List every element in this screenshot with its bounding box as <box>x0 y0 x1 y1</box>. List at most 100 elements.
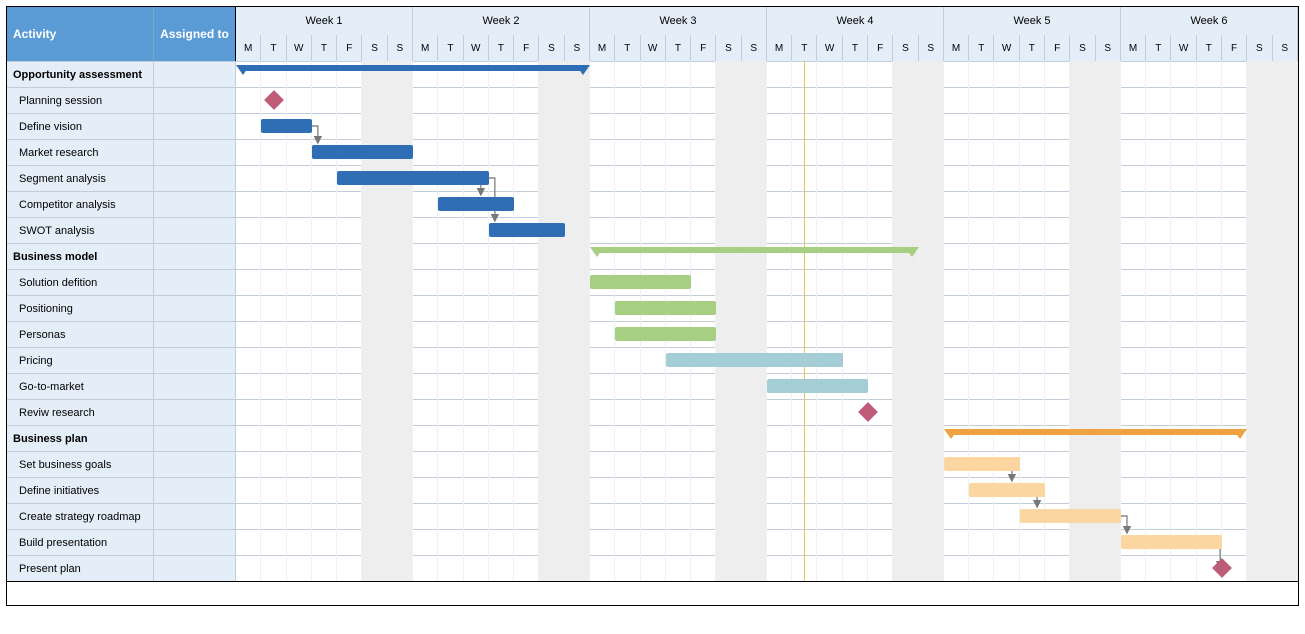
summary-bar[interactable] <box>951 429 1240 435</box>
assigned-cell <box>154 504 236 529</box>
assigned-cell <box>154 530 236 555</box>
day-header: T <box>261 35 286 61</box>
task-bar[interactable] <box>969 483 1045 497</box>
task-row: Go-to-market <box>7 373 1298 399</box>
timeline-cell <box>236 88 1298 113</box>
task-bar[interactable] <box>666 353 843 367</box>
task-name-cell: Solution defition <box>7 270 154 295</box>
task-row: Pricing <box>7 347 1298 373</box>
timeline-cell <box>236 218 1298 243</box>
day-header: T <box>1197 35 1222 61</box>
day-header: T <box>312 35 337 61</box>
task-name-cell: Define initiatives <box>7 478 154 503</box>
assigned-cell <box>154 218 236 243</box>
day-header: F <box>337 35 362 61</box>
day-header: S <box>1070 35 1095 61</box>
assigned-cell <box>154 62 236 87</box>
assigned-cell <box>154 244 236 269</box>
assigned-cell <box>154 296 236 321</box>
day-header: W <box>1171 35 1196 61</box>
task-bar[interactable] <box>312 145 413 159</box>
task-name-cell: Set business goals <box>7 452 154 477</box>
task-bar[interactable] <box>767 379 868 393</box>
day-header: W <box>464 35 489 61</box>
assigned-cell <box>154 192 236 217</box>
assigned-cell <box>154 478 236 503</box>
task-row: Build presentation <box>7 529 1298 555</box>
task-row: SWOT analysis <box>7 217 1298 243</box>
timeline-cell <box>236 504 1298 529</box>
task-name-cell: Go-to-market <box>7 374 154 399</box>
gantt-header: Activity Assigned to Week 1Week 2Week 3W… <box>7 7 1298 61</box>
day-header: S <box>893 35 918 61</box>
task-name-cell: Planning session <box>7 88 154 113</box>
task-row: Segment analysis <box>7 165 1298 191</box>
task-row: Planning session <box>7 87 1298 113</box>
day-header: F <box>691 35 716 61</box>
task-name-cell: Segment analysis <box>7 166 154 191</box>
day-header: S <box>565 35 590 61</box>
day-header: T <box>438 35 463 61</box>
week-header: Week 3 <box>590 7 767 35</box>
task-bar[interactable] <box>261 119 312 133</box>
day-header: M <box>590 35 615 61</box>
day-header: S <box>388 35 413 61</box>
task-name-cell: SWOT analysis <box>7 218 154 243</box>
day-header: F <box>1045 35 1070 61</box>
task-bar[interactable] <box>615 327 716 341</box>
assigned-cell <box>154 348 236 373</box>
assigned-cell <box>154 400 236 425</box>
day-header: S <box>742 35 767 61</box>
summary-bar[interactable] <box>243 65 583 71</box>
day-header: F <box>868 35 893 61</box>
gantt-body: Opportunity assessmentPlanning sessionDe… <box>7 61 1298 581</box>
gantt-footer <box>7 581 1298 605</box>
task-bar[interactable] <box>1121 535 1222 549</box>
day-header: F <box>1222 35 1247 61</box>
summary-bar[interactable] <box>597 247 912 253</box>
task-name-cell: Define vision <box>7 114 154 139</box>
day-header: S <box>539 35 564 61</box>
day-header: M <box>767 35 792 61</box>
task-bar[interactable] <box>438 197 514 211</box>
timeline-cell <box>236 192 1298 217</box>
task-name-cell: Business model <box>7 244 154 269</box>
assigned-cell <box>154 374 236 399</box>
task-bar[interactable] <box>1020 509 1121 523</box>
day-header: W <box>994 35 1019 61</box>
day-header: W <box>287 35 312 61</box>
task-row: Define initiatives <box>7 477 1298 503</box>
day-header: W <box>817 35 842 61</box>
assigned-cell <box>154 270 236 295</box>
task-name-cell: Opportunity assessment <box>7 62 154 87</box>
assigned-cell <box>154 556 236 581</box>
task-row: Reviw research <box>7 399 1298 425</box>
task-bar[interactable] <box>489 223 565 237</box>
task-name-cell: Build presentation <box>7 530 154 555</box>
day-header: S <box>1247 35 1272 61</box>
day-header: F <box>514 35 539 61</box>
week-header: Week 1 <box>236 7 413 35</box>
day-header: T <box>843 35 868 61</box>
group-row: Opportunity assessment <box>7 61 1298 87</box>
timeline-cell <box>236 556 1298 581</box>
task-name-cell: Present plan <box>7 556 154 581</box>
week-header: Week 6 <box>1121 7 1298 35</box>
assigned-cell <box>154 114 236 139</box>
task-bar[interactable] <box>615 301 716 315</box>
task-row: Present plan <box>7 555 1298 581</box>
week-header: Week 4 <box>767 7 944 35</box>
timeline-cell <box>236 322 1298 347</box>
task-bar[interactable] <box>590 275 691 289</box>
week-header: Week 5 <box>944 7 1121 35</box>
day-header: T <box>792 35 817 61</box>
day-header: M <box>413 35 438 61</box>
day-header: T <box>969 35 994 61</box>
task-name-cell: Competitor analysis <box>7 192 154 217</box>
timeline-cell <box>236 296 1298 321</box>
assigned-cell <box>154 88 236 113</box>
task-bar[interactable] <box>337 171 489 185</box>
task-name-cell: Personas <box>7 322 154 347</box>
task-bar[interactable] <box>944 457 1020 471</box>
week-header: Week 2 <box>413 7 590 35</box>
